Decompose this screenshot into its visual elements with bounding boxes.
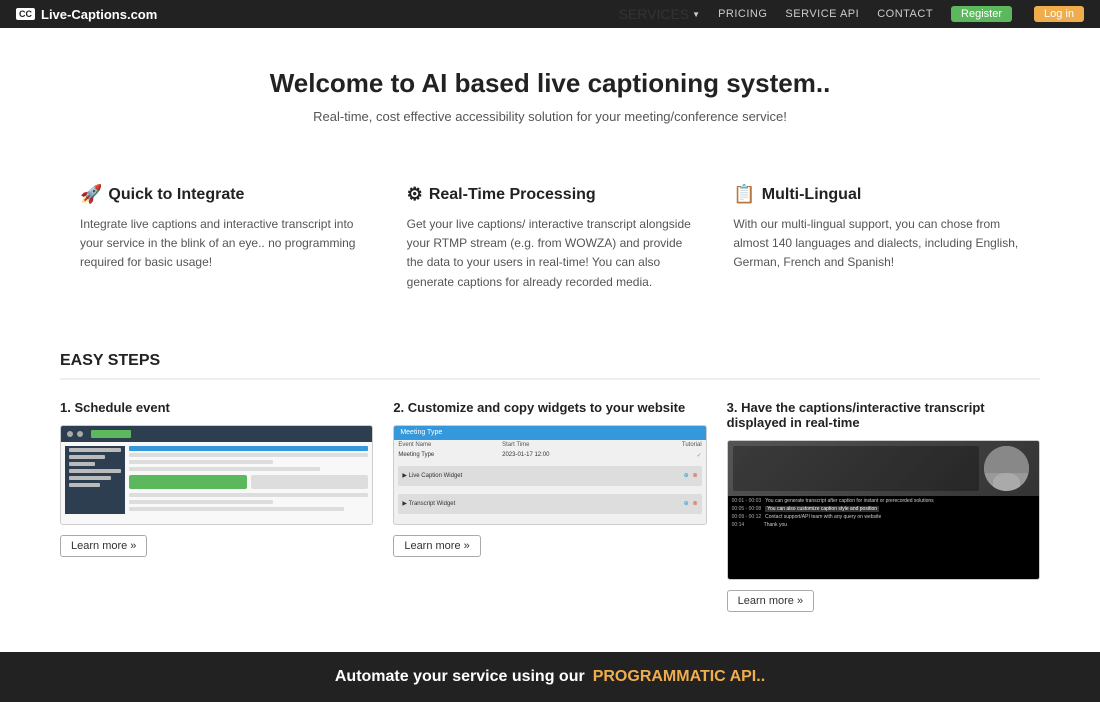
step-1: 1. Schedule event [60,400,373,557]
feature-realtime-title: ⚙ Real-Time Processing [407,184,694,205]
cta-text: Automate your service using our [335,668,585,686]
steps-row: 1. Schedule event [60,400,1040,612]
hero-subtitle: Real-time, cost effective accessibility … [20,109,1080,124]
nav-services[interactable]: SERVICES ▼ [619,6,700,22]
mock3-video [728,441,1039,496]
feature-multilingual: 📋 Multi-Lingual With our multi-lingual s… [713,174,1040,302]
brand-icon: CC [16,8,35,20]
register-button[interactable]: Register [951,6,1012,22]
mock3-caption-row-2: 00:05 - 00:08 You can also customize cap… [732,506,1035,512]
feature-quick-integrate-desc: Integrate live captions and interactive … [80,215,367,273]
feature-quick-integrate: 🚀 Quick to Integrate Integrate live capt… [60,174,387,302]
nav-contact[interactable]: CONTACT [877,8,933,20]
step-3-image: 00:01 - 00:03 You can generate transcrip… [727,440,1040,580]
nav-links: SERVICES ▼ PRICING SERVICE API CONTACT R… [619,6,1084,22]
services-dropdown-arrow: ▼ [692,10,700,19]
step-2-learn-more[interactable]: Learn more » [393,535,480,557]
mock-body-1 [61,442,372,524]
step-3-title: 3. Have the captions/interactive transcr… [727,400,1040,430]
feature-multilingual-title: 📋 Multi-Lingual [733,184,1020,205]
features-section: 🚀 Quick to Integrate Integrate live capt… [0,154,1100,332]
feature-realtime-desc: Get your live captions/ interactive tran… [407,215,694,292]
step-2-title: 2. Customize and copy widgets to your we… [393,400,706,415]
step-1-title: 1. Schedule event [60,400,373,415]
mock2-row-1: Meeting Type 2023-01-17 12:00 ✓ [394,450,705,462]
login-button[interactable]: Log in [1034,6,1084,22]
step-2: 2. Customize and copy widgets to your we… [393,400,706,557]
hero-section: Welcome to AI based live captioning syst… [0,28,1100,154]
mock2-header: Meeting Type [394,426,705,440]
mock2-table-header: Event Name Start Time Tutorial [394,440,705,450]
navbar: CC Live-Captions.com SERVICES ▼ PRICING … [0,0,1100,28]
rocket-icon: 🚀 [80,184,102,205]
mock2-widget-1: ▶ Live Caption Widget ⊕ ⊗ [398,466,701,486]
feature-realtime: ⚙ Real-Time Processing Get your live cap… [387,174,714,302]
mock3-caption-row-3: 00:09 - 00:12 Contact support/API team w… [732,514,1035,520]
step-3: 3. Have the captions/interactive transcr… [727,400,1040,612]
nav-pricing[interactable]: PRICING [718,8,767,20]
gear-icon: ⚙ [407,184,423,205]
mock3-caption-row-1: 00:01 - 00:03 You can generate transcrip… [732,498,1035,504]
step-1-image [60,425,373,525]
cta-highlight: PROGRAMMATIC API.. [593,668,765,686]
brand[interactable]: CC Live-Captions.com [16,7,157,22]
step-1-learn-more[interactable]: Learn more » [60,535,147,557]
mock2-widget-2: ▶ Transcript Widget ⊕ ⊗ [398,494,701,514]
language-icon: 📋 [733,184,755,205]
easy-steps-title: EASY STEPS [60,352,1040,380]
step-3-learn-more[interactable]: Learn more » [727,590,814,612]
hero-title: Welcome to AI based live captioning syst… [20,68,1080,99]
nav-service-api[interactable]: SERVICE API [785,8,859,20]
step-2-image: Meeting Type Event Name Start Time Tutor… [393,425,706,525]
feature-multilingual-desc: With our multi-lingual support, you can … [733,215,1020,273]
easy-steps-section: EASY STEPS 1. Schedule event [0,332,1100,642]
services-label: SERVICES [619,6,690,22]
mock3-captions: 00:01 - 00:03 You can generate transcrip… [728,496,1039,579]
feature-quick-integrate-title: 🚀 Quick to Integrate [80,184,367,205]
mock3-caption-row-4: 00:14 Thank you [732,522,1035,528]
brand-name: Live-Captions.com [41,7,157,22]
mock-screen-1 [61,426,372,442]
cta-banner: Automate your service using our PROGRAMM… [0,652,1100,702]
